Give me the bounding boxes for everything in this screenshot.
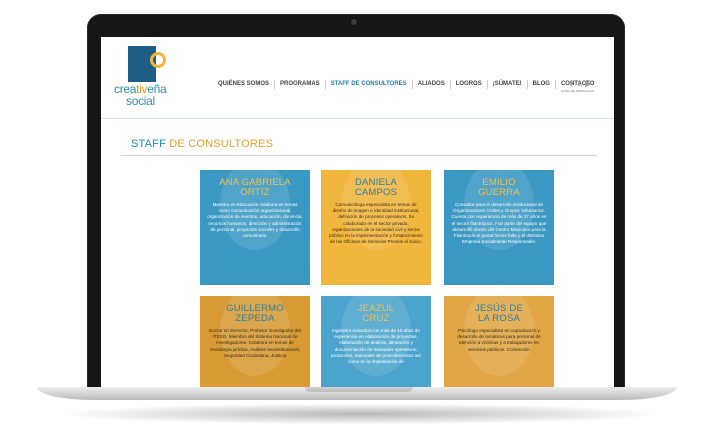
twitter-icon[interactable]: t [578,79,581,88]
consultant-name-line2: ZEPEDA [235,313,275,324]
consultant-card[interactable]: JEAZUL CRUZ Ingeniera industrial con más … [321,296,431,388]
laptop-lid: creativeña social QUIÉNES SOMOS PROGRAMA… [87,14,625,390]
browser-screen: creativeña social QUIÉNES SOMOS PROGRAMA… [101,37,614,388]
consultant-name: JEAZUL CRUZ [321,296,431,324]
page-title-rest: DE CONSULTORES [166,138,274,150]
consultant-name-line2: ORTÍZ [240,187,270,198]
consultant-name-line2: CAMPOS [354,187,398,198]
consultant-name: EMILIO GUERRA [444,170,554,198]
consultant-name-line2: CRUZ [362,313,390,324]
nav-item-logros[interactable]: LOGROS [451,80,488,89]
page-title-accent: STAFF [131,138,167,150]
facebook-icon[interactable]: f [570,79,573,88]
laptop-hinge-notch [305,387,413,392]
nav-item-programas[interactable]: PROGRAMAS [275,80,326,89]
page-title: STAFF DE CONSULTORES [131,138,273,150]
header-divider [101,118,614,119]
consultant-name-line2: GUERRA [478,187,520,198]
title-divider [121,155,597,156]
logo-emblem-icon [128,46,166,82]
webcam-icon [351,19,357,25]
nav-item-quienes-somos[interactable]: QUIÉNES SOMOS [213,80,276,89]
consultant-description: Ingeniera industrial con más de 10 años … [331,328,421,365]
nav-privacy-link[interactable]: AVISO DE PRIVACIDAD [561,89,594,93]
consultant-name: JESÚS DE LA ROSA [444,296,554,324]
nav-item-aliados[interactable]: ALIADOS [413,80,451,89]
youtube-icon[interactable]: ▶ [585,79,591,88]
laptop-shadow [70,404,650,424]
consultant-name: ANA GABRIELA ORTÍZ [200,170,310,198]
logo-text-line2: social [126,94,155,108]
consultant-description: Maestra en Educación colabora en temas c… [207,202,303,239]
consultant-description: Consultor para el desarrollo institucion… [451,202,547,245]
nav-item-sumate[interactable]: ¡SÚMATE! [488,80,528,89]
consultant-card[interactable]: JESÚS DE LA ROSA Psicólogo especialista e… [444,296,554,388]
consultant-name-line2: LA ROSA [477,313,521,324]
consultant-description: Comunicóloga especialista en temas de di… [329,202,423,245]
consultant-description: Doctor en Derecho, Profesor investigador… [209,328,301,358]
site-logo[interactable]: creativeña social [112,46,174,108]
nav-item-staff[interactable]: STAFF DE CONSULTORES [326,80,413,89]
social-links: f t ▶ [570,79,592,88]
consultant-card[interactable]: EMILIO GUERRA Consultor para el desarroll… [444,170,554,285]
main-navigation: QUIÉNES SOMOS PROGRAMAS STAFF DE CONSULT… [213,80,599,93]
consultant-card[interactable]: GUILLERMO ZEPEDA Doctor en Derecho, Profe… [200,296,310,388]
consultant-name: DANIELA CAMPOS [321,170,431,198]
sun-icon [150,52,166,68]
consultant-card[interactable]: DANIELA CAMPOS Comunicóloga especialista … [321,170,431,285]
nav-item-blog[interactable]: BLOG [528,80,556,89]
consultant-card[interactable]: ANA GABRIELA ORTÍZ Maestra en Educación c… [200,170,310,285]
consultant-description: Psicólogo especialista en capacitación y… [457,328,541,352]
consultant-name: GUILLERMO ZEPEDA [200,296,310,324]
